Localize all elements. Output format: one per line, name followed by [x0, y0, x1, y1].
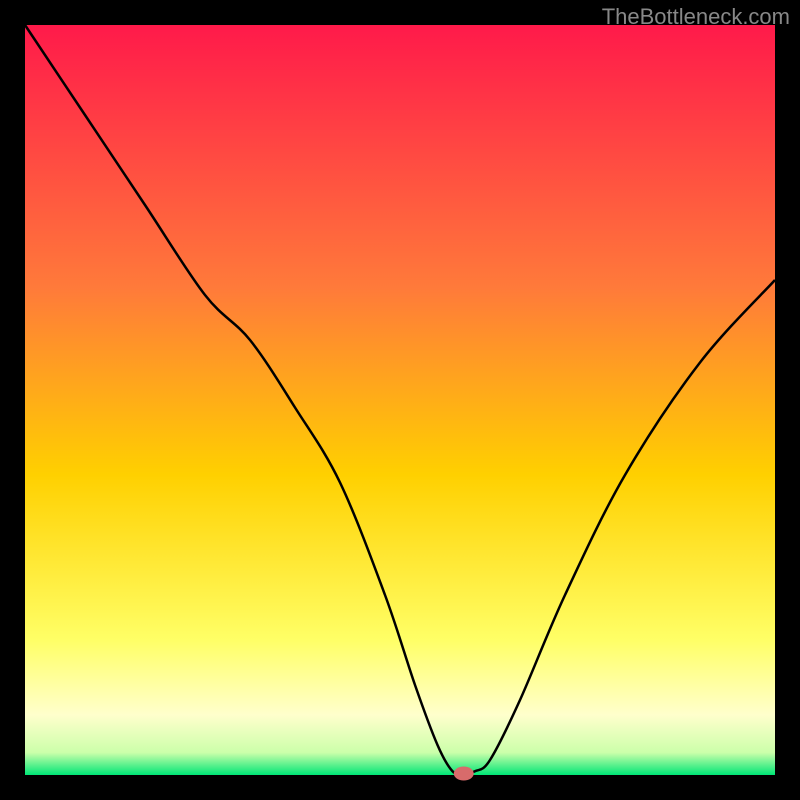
- chart-svg: [0, 0, 800, 800]
- bottleneck-chart: TheBottleneck.com: [0, 0, 800, 800]
- optimal-point-marker: [454, 767, 474, 781]
- plot-background: [25, 25, 775, 775]
- watermark-text: TheBottleneck.com: [602, 4, 790, 30]
